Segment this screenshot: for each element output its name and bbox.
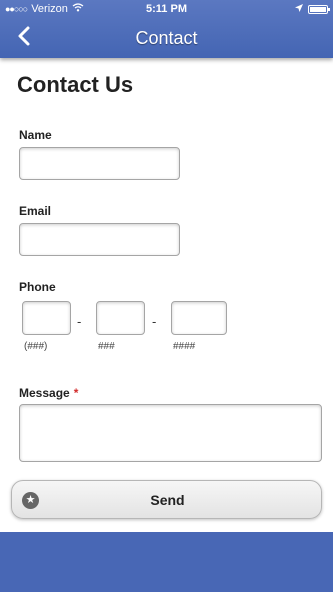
phone-line-input[interactable] bbox=[171, 301, 227, 335]
message-textarea[interactable] bbox=[19, 404, 322, 462]
send-button[interactable]: ★ Send bbox=[11, 480, 322, 519]
name-label: Name bbox=[19, 128, 52, 142]
email-label: Email bbox=[19, 204, 52, 218]
phone-separator: - bbox=[152, 314, 157, 329]
phone-separator: - bbox=[77, 314, 82, 329]
name-input[interactable] bbox=[19, 147, 180, 180]
nav-title: Contact bbox=[135, 28, 198, 48]
status-right bbox=[295, 3, 330, 15]
phone-hint-line: #### bbox=[173, 341, 196, 352]
message-label-text: Message bbox=[19, 386, 70, 400]
location-arrow-icon bbox=[295, 3, 303, 15]
phone-hint-prefix: ### bbox=[98, 341, 115, 352]
battery-icon bbox=[308, 4, 330, 14]
email-input[interactable] bbox=[19, 223, 180, 256]
status-time: 5:11 PM bbox=[146, 3, 187, 15]
status-bar: ●●○○○ Verizon 5:11 PM bbox=[0, 0, 333, 18]
message-label: Message * bbox=[19, 386, 78, 400]
phone-prefix-input[interactable] bbox=[96, 301, 145, 335]
phone-hint-area: (###) bbox=[24, 341, 48, 352]
top-bar: ●●○○○ Verizon 5:11 PM Contact bbox=[0, 0, 333, 58]
required-marker: * bbox=[73, 386, 79, 400]
page-title: Contact Us bbox=[17, 72, 134, 97]
phone-label: Phone bbox=[19, 280, 56, 294]
send-button-label: Send bbox=[150, 492, 185, 508]
phone-area-code-input[interactable] bbox=[22, 301, 71, 335]
footer-bar bbox=[0, 532, 333, 592]
